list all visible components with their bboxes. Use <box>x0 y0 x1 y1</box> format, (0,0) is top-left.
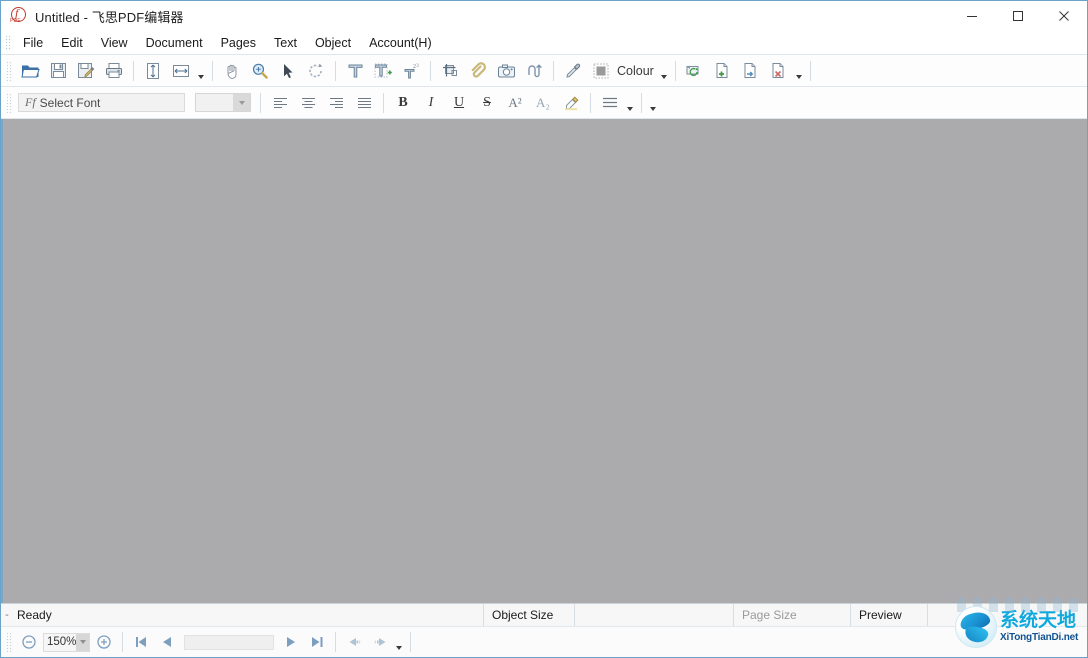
menu-item-document[interactable]: Document <box>137 33 212 53</box>
menu-item-pages[interactable]: Pages <box>212 33 265 53</box>
rotate-page-icon[interactable] <box>681 57 709 85</box>
title-bar: f PDF Untitled - 飞思PDF编辑器 <box>1 1 1087 31</box>
fit-dropdown-arrow[interactable] <box>195 58 207 84</box>
align-center-icon[interactable] <box>294 90 322 116</box>
strikethrough-button[interactable]: S <box>473 90 501 116</box>
link-icon[interactable] <box>520 57 548 85</box>
select-tool-icon[interactable] <box>274 57 302 85</box>
fit-width-icon[interactable] <box>167 57 195 85</box>
status-object-size-value <box>575 604 734 626</box>
watermark-english: XiTongTianDi.net <box>1000 633 1078 643</box>
zoom-out-icon[interactable] <box>16 629 42 655</box>
title-bar-left: f PDF Untitled - 飞思PDF编辑器 <box>1 7 184 26</box>
close-button[interactable] <box>1041 1 1087 31</box>
window-controls <box>949 1 1087 31</box>
status-page-size-label: Page Size <box>734 604 851 626</box>
superscript-button[interactable]: A² <box>501 90 529 116</box>
font-name-placeholder: Select Font <box>40 96 101 110</box>
status-preview-label: Preview <box>851 604 928 626</box>
back-icon[interactable] <box>341 629 367 655</box>
status-spacer <box>928 604 1087 626</box>
line-spacing-dropdown-arrow[interactable] <box>624 90 636 116</box>
status-bar: - Ready Object Size Page Size Preview <box>1 603 1087 626</box>
zoom-level-input[interactable]: 150% <box>43 633 90 652</box>
save-as-icon[interactable] <box>72 57 100 85</box>
page-tools-dropdown-arrow[interactable] <box>793 58 805 84</box>
colour-label: Colour <box>617 64 654 78</box>
last-page-icon[interactable] <box>304 629 330 655</box>
svg-text:3: 3 <box>416 64 419 69</box>
navbar-overflow-arrow[interactable] <box>393 629 405 655</box>
menu-item-account[interactable]: Account(H) <box>360 33 441 53</box>
maximize-button[interactable] <box>995 1 1041 31</box>
main-toolbar-grip[interactable] <box>6 61 12 81</box>
menu-item-file[interactable]: File <box>14 33 52 53</box>
navbar-grip[interactable] <box>6 632 12 652</box>
save-icon[interactable] <box>44 57 72 85</box>
snapshot-icon[interactable] <box>492 57 520 85</box>
pdf-document-icon: f PDF <box>10 7 27 25</box>
font-toolbar-overflow-arrow[interactable] <box>647 90 659 116</box>
minimize-button[interactable] <box>949 1 995 31</box>
status-message: Ready <box>13 604 484 626</box>
font-size-value <box>196 94 233 111</box>
zoom-level-dropdown-arrow[interactable] <box>76 634 89 651</box>
bold-button[interactable]: B <box>389 90 417 116</box>
font-toolbar: Ff Select Font <box>1 87 1087 119</box>
forward-icon[interactable] <box>367 629 393 655</box>
delete-page-icon[interactable] <box>765 57 793 85</box>
line-spacing-icon[interactable] <box>596 90 624 116</box>
colour-swatch[interactable] <box>587 57 615 85</box>
font-name-input[interactable]: Ff Select Font <box>18 93 185 112</box>
menu-item-edit[interactable]: Edit <box>52 33 92 53</box>
print-icon[interactable] <box>100 57 128 85</box>
colour-dropdown-arrow[interactable] <box>658 58 670 84</box>
page-number-input[interactable] <box>184 635 274 650</box>
first-page-icon[interactable] <box>128 629 154 655</box>
font-toolbar-grip[interactable] <box>6 93 12 113</box>
next-page-icon[interactable] <box>278 629 304 655</box>
menu-item-text[interactable]: Text <box>265 33 306 53</box>
application-window: f PDF Untitled - 飞思PDF编辑器 File Edit View… <box>0 0 1088 658</box>
zoom-in-icon[interactable] <box>91 629 117 655</box>
eyedropper-icon[interactable] <box>559 57 587 85</box>
status-grip-handle: - <box>1 604 13 626</box>
font-size-input[interactable] <box>195 93 251 112</box>
fit-page-icon[interactable] <box>139 57 167 85</box>
insert-page-icon[interactable] <box>709 57 737 85</box>
status-object-size-label: Object Size <box>484 604 575 626</box>
prev-page-icon[interactable] <box>154 629 180 655</box>
hand-tool-icon[interactable] <box>218 57 246 85</box>
attachment-icon[interactable] <box>464 57 492 85</box>
window-title: Untitled - 飞思PDF编辑器 <box>35 7 184 26</box>
zoom-tool-icon[interactable] <box>246 57 274 85</box>
align-left-icon[interactable] <box>266 90 294 116</box>
menu-item-view[interactable]: View <box>92 33 137 53</box>
align-right-icon[interactable] <box>322 90 350 116</box>
font-icon: Ff <box>19 95 40 110</box>
menu-bar: File Edit View Document Pages Text Objec… <box>1 31 1087 55</box>
rotate-icon[interactable] <box>302 57 330 85</box>
open-icon[interactable] <box>16 57 44 85</box>
zoom-level-value: 150% <box>44 634 76 651</box>
main-toolbar: 2 3 <box>1 55 1087 87</box>
document-canvas[interactable] <box>1 119 1087 603</box>
navigation-bar: 150% <box>1 626 1087 657</box>
highlight-button[interactable] <box>557 90 585 116</box>
add-text-icon[interactable] <box>341 57 369 85</box>
font-size-dropdown-arrow[interactable] <box>233 94 250 111</box>
italic-button[interactable]: I <box>417 90 445 116</box>
menu-grip-handle[interactable] <box>5 35 12 51</box>
subscript-button[interactable]: A₂ <box>529 90 557 116</box>
extract-page-icon[interactable] <box>737 57 765 85</box>
crop-icon[interactable] <box>436 57 464 85</box>
edit-text-icon[interactable] <box>369 57 397 85</box>
text-field-icon[interactable]: 2 3 <box>397 57 425 85</box>
underline-button[interactable]: U <box>445 90 473 116</box>
menu-item-object[interactable]: Object <box>306 33 360 53</box>
align-justify-icon[interactable] <box>350 90 378 116</box>
